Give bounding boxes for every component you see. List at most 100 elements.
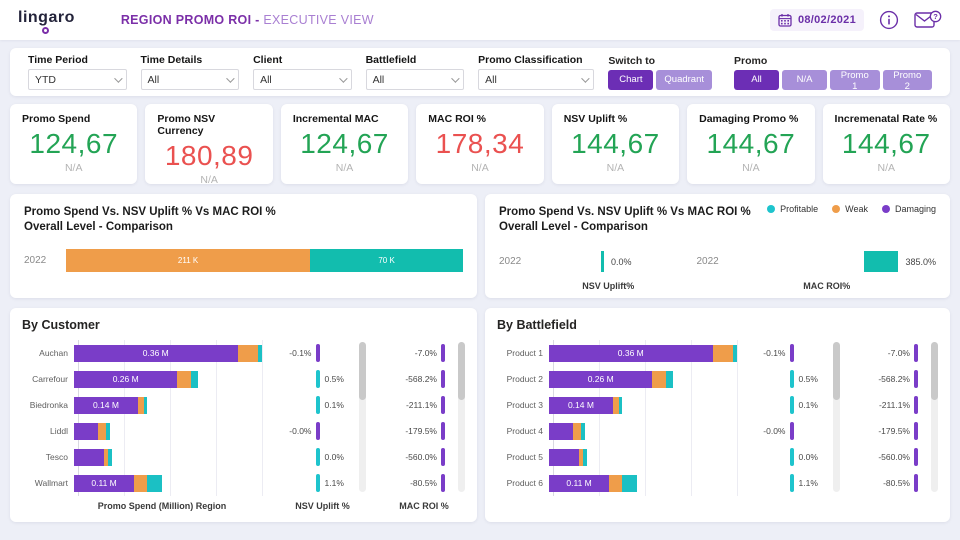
bar-segment-damaging[interactable]: 0.36 M — [549, 344, 713, 362]
battlefield-select[interactable]: All — [365, 69, 465, 90]
bar-segment-damaging[interactable] — [549, 448, 580, 466]
bar-row: Product 6 0.11 M — [497, 470, 737, 496]
nsv-uplift-tick[interactable] — [789, 422, 794, 440]
mac-roi-tick[interactable] — [441, 474, 445, 492]
bar-segment-weak[interactable] — [98, 422, 106, 440]
bar-segment-damaging[interactable]: 0.36 M — [74, 344, 238, 362]
nsv-uplift-value: -0.0% — [289, 426, 312, 436]
bar-segment-profitable[interactable] — [618, 396, 623, 414]
legend-item-weak[interactable]: Weak — [832, 204, 868, 214]
bar-segment-weak[interactable]: 211 K — [66, 248, 311, 272]
mac-roi-bar[interactable] — [864, 251, 899, 273]
comparison-chart-spend: Promo Spend Vs. NSV Uplift % Vs MAC ROI … — [10, 194, 477, 298]
bar-segment-damaging[interactable]: 0.11 M — [74, 474, 135, 492]
kpi-value: 180,89 — [164, 140, 254, 171]
nsv-uplift-tick[interactable] — [315, 370, 320, 388]
chart-button[interactable]: Chart — [608, 69, 654, 90]
mac-roi-tick[interactable] — [441, 422, 445, 440]
bar-segment-profitable[interactable] — [147, 474, 163, 492]
promo-na-button[interactable]: N/A — [782, 69, 828, 90]
bar-segment-profitable[interactable] — [580, 422, 585, 440]
bar-track: 0.26 M — [74, 370, 262, 388]
mac-roi-value: -211.1% — [405, 400, 437, 410]
bar-segment-profitable[interactable] — [733, 344, 737, 362]
contact-help-icon[interactable]: ? — [914, 9, 942, 31]
mac-roi-tick[interactable] — [441, 370, 445, 388]
bar-track: 0.11 M — [74, 474, 262, 492]
filter-promo-classification: Promo Classification All — [478, 54, 595, 90]
bar-segment-damaging[interactable] — [74, 448, 105, 466]
nsv-uplift-tick[interactable] — [315, 344, 320, 362]
bar-segment-profitable[interactable] — [107, 448, 112, 466]
nsv-uplift-tick[interactable] — [315, 448, 320, 466]
bar-segment-weak[interactable] — [134, 474, 148, 492]
nsv-uplift-tick[interactable] — [789, 474, 794, 492]
bar-segment-damaging[interactable] — [74, 422, 99, 440]
mac-roi-tick[interactable] — [441, 396, 445, 414]
bar-segment-profitable[interactable] — [665, 370, 674, 388]
nsv-uplift-value: 1.1% — [324, 478, 344, 488]
info-icon[interactable] — [878, 9, 900, 31]
panel-body: Auchan 0.36 M Carrefour 0.26 M Biedronka 0.14… — [22, 340, 465, 496]
bar-segment-profitable[interactable] — [258, 344, 262, 362]
nsv-uplift-bar[interactable] — [601, 251, 604, 273]
mac-roi-tick[interactable] — [914, 370, 918, 388]
bar-segment-damaging[interactable]: 0.14 M — [74, 396, 138, 414]
bar-segment-profitable[interactable] — [622, 474, 638, 492]
bar-segment-profitable[interactable] — [582, 448, 587, 466]
bar-segment-damaging[interactable]: 0.26 M — [549, 370, 653, 388]
bar-segment-weak[interactable] — [177, 370, 191, 388]
mac-roi-tick[interactable] — [441, 344, 445, 362]
bar-segment-damaging[interactable] — [549, 422, 574, 440]
bar-segment-weak[interactable] — [573, 422, 581, 440]
bar-segment-damaging[interactable]: 0.26 M — [74, 370, 178, 388]
promo-1-button[interactable]: Promo 1 — [830, 69, 880, 92]
select-value: All — [260, 73, 272, 86]
mac-roi-tick[interactable] — [914, 422, 918, 440]
bar-segment-weak[interactable] — [237, 344, 259, 362]
nsv-uplift-tick[interactable] — [789, 370, 794, 388]
date-value: 08/02/2021 — [797, 14, 856, 26]
legend-item-damaging[interactable]: Damaging — [881, 204, 936, 214]
bar-segment-profitable[interactable] — [143, 396, 148, 414]
nsv-uplift-tick[interactable] — [789, 396, 794, 414]
bar-segment-damaging[interactable]: 0.11 M — [549, 474, 610, 492]
mac-roi-tick[interactable] — [441, 448, 445, 466]
nsv-uplift-tick[interactable] — [789, 344, 794, 362]
legend-item-profitable[interactable]: Profitable — [767, 204, 818, 214]
nsv-uplift-tick[interactable] — [789, 448, 794, 466]
mac-roi-value: -179.5% — [878, 426, 910, 436]
kpi-label: Incremental MAC — [292, 113, 379, 125]
bar-segment-profitable[interactable]: 70 K — [310, 248, 463, 272]
bar-value-label: 0.11 M — [566, 478, 592, 488]
bar-segment-weak[interactable] — [712, 344, 734, 362]
mac-roi-tick[interactable] — [914, 448, 918, 466]
nsv-uplift-tick[interactable] — [315, 422, 320, 440]
bar-segment-profitable[interactable] — [190, 370, 199, 388]
roi-axis-label: MAC ROI % — [399, 501, 449, 511]
mac-roi-value: 385.0% — [905, 256, 936, 267]
mac-roi-tick[interactable] — [914, 344, 918, 362]
promo-classification-select[interactable]: All — [478, 69, 595, 90]
legend-dot — [832, 205, 841, 213]
nsv-uplift-tick[interactable] — [315, 474, 320, 492]
bar-segment-damaging[interactable]: 0.14 M — [549, 396, 613, 414]
toggle-groups: Switch to Chart Quadrant Promo All N/A P… — [608, 55, 932, 92]
chevron-down-icon — [113, 73, 123, 83]
promo-all-button[interactable]: All — [734, 69, 780, 90]
quadrant-button[interactable]: Quadrant — [656, 69, 713, 90]
promo-2-button[interactable]: Promo 2 — [882, 69, 932, 92]
bar-segment-profitable[interactable] — [105, 422, 110, 440]
mac-roi-tick[interactable] — [914, 474, 918, 492]
mac-roi-tick[interactable] — [914, 396, 918, 414]
bar-row: Carrefour 0.26 M — [22, 366, 262, 392]
bar-row: Product 3 0.14 M — [497, 392, 737, 418]
time-details-select[interactable]: All — [140, 69, 240, 90]
select-value: All — [147, 73, 160, 86]
client-select[interactable]: All — [253, 69, 352, 90]
filter-time-period: Time Period YTD — [28, 54, 127, 90]
bar-segment-weak[interactable] — [652, 370, 666, 388]
bar-segment-weak[interactable] — [609, 474, 623, 492]
nsv-uplift-tick[interactable] — [315, 396, 320, 414]
time-period-select[interactable]: YTD — [28, 69, 127, 90]
